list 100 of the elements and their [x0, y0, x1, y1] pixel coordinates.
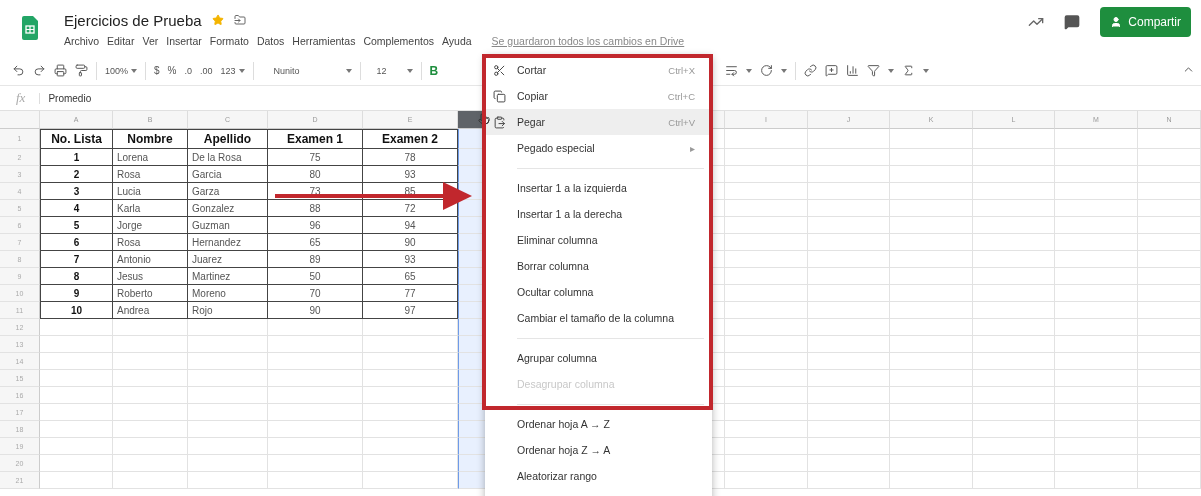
table-cell: 8 — [40, 268, 113, 285]
table-cell: Jesus — [113, 268, 188, 285]
copy-icon — [493, 89, 506, 103]
caret-icon — [345, 68, 352, 73]
table-cell: 70 — [268, 285, 363, 302]
table-cell: 75 — [268, 149, 363, 166]
caret-icon — [781, 68, 787, 73]
clipboard-icon — [493, 115, 506, 129]
menu-option[interactable]: Insertar 1 a la izquierda — [485, 175, 712, 201]
menu-option[interactable]: Pegado especial ▸ — [485, 135, 712, 161]
column-title-cell: No. Lista — [40, 129, 113, 149]
caret-icon — [406, 68, 413, 73]
table-cell: Lorena — [113, 149, 188, 166]
person-icon — [1110, 16, 1123, 28]
table-cell: 50 — [268, 268, 363, 285]
menu-option[interactable]: Ordenar hoja Z → A — [485, 437, 712, 463]
table-cell: 96 — [268, 217, 363, 234]
table-cell: 5 — [40, 217, 113, 234]
table-cell: Garcia — [188, 166, 268, 183]
table-cell: 4 — [40, 200, 113, 217]
table-cell: 2 — [40, 166, 113, 183]
table-cell: Roberto — [113, 285, 188, 302]
redo-icon[interactable] — [33, 64, 46, 77]
caret-icon — [888, 68, 894, 73]
share-button[interactable]: Compartir — [1100, 7, 1191, 37]
menu-item[interactable]: Complementos — [363, 34, 434, 47]
caret-icon — [238, 68, 245, 73]
currency-button[interactable]: $ — [154, 65, 160, 76]
table-cell: 9 — [40, 285, 113, 302]
table-cell: 3 — [40, 183, 113, 200]
table-cell: Moreno — [188, 285, 268, 302]
paint-format-icon[interactable] — [75, 64, 88, 77]
column-title-cell: Apellido — [188, 129, 268, 149]
table-cell: De la Rosa — [188, 149, 268, 166]
bold-button[interactable]: B — [429, 63, 439, 78]
number-format-dropdown[interactable]: 123 — [220, 65, 245, 76]
menu-item[interactable]: Ver — [142, 34, 159, 47]
menu-item[interactable]: Archivo — [64, 34, 99, 47]
menu-item[interactable]: Ayuda — [442, 34, 472, 47]
table-cell: Karla — [113, 200, 188, 217]
menu-option[interactable]: Ordenar hoja A → Z — [485, 411, 712, 437]
folder-icon[interactable] — [233, 14, 246, 26]
star-icon[interactable] — [211, 14, 224, 26]
rotate-icon[interactable] — [760, 64, 773, 77]
menu-option[interactable]: Agrupar columna — [485, 345, 712, 371]
comment-icon[interactable] — [1064, 14, 1081, 30]
formula-field[interactable]: Promedio — [39, 92, 92, 104]
increase-decimals-button[interactable]: .00 — [200, 65, 213, 76]
spreadsheet-logo[interactable] — [22, 16, 38, 40]
menu-option[interactable]: Ocultar columna — [485, 279, 712, 305]
table-cell: Rosa — [113, 166, 188, 183]
menu-item[interactable]: Editar — [107, 34, 135, 47]
menu-option[interactable]: Eliminar columna — [485, 227, 712, 253]
menu-item[interactable]: Formato — [209, 34, 249, 47]
table-cell: Hernandez — [188, 234, 268, 251]
table-cell: 6 — [40, 234, 113, 251]
caret-icon — [746, 68, 752, 73]
formula-label: fx — [16, 90, 26, 106]
table-cell: Garza — [188, 183, 268, 200]
percent-button[interactable]: % — [167, 65, 177, 76]
table-cell: Antonio — [113, 251, 188, 268]
table-cell: 89 — [268, 251, 363, 268]
zoom-dropdown[interactable]: 100% — [105, 65, 138, 76]
table-cell: Guzman — [188, 217, 268, 234]
sigma-icon[interactable] — [902, 64, 915, 77]
add-comment-icon[interactable] — [825, 64, 838, 77]
print-icon[interactable] — [54, 64, 67, 77]
table-cell: 80 — [268, 166, 363, 183]
table-cell: 1 — [40, 149, 113, 166]
table-cell: Rosa — [113, 234, 188, 251]
menu-option[interactable]: Aleatorizar rango — [485, 463, 712, 489]
undo-icon[interactable] — [12, 64, 25, 77]
menu-option[interactable]: Cambiar el tamaño de la columna — [485, 305, 712, 331]
table-cell: Martinez — [188, 268, 268, 285]
table-cell: 65 — [268, 234, 363, 251]
link-icon[interactable] — [804, 64, 817, 77]
wrap-icon[interactable] — [725, 64, 738, 77]
table-cell: 7 — [40, 251, 113, 268]
caret-icon — [131, 68, 138, 73]
table-cell: Jorge — [113, 217, 188, 234]
table-cell: 88 — [268, 200, 363, 217]
menu-item[interactable]: Herramientas — [292, 34, 356, 47]
menu-option[interactable]: Insertar 1 a la derecha — [485, 201, 712, 227]
menu-option[interactable]: Pegar Ctrl+V — [485, 109, 712, 135]
corner-cell[interactable] — [0, 111, 40, 129]
menu-item[interactable]: Insertar — [166, 34, 202, 47]
font-size-dropdown[interactable]: 12 — [368, 65, 413, 76]
chart-icon[interactable] — [846, 64, 859, 77]
menu-option[interactable]: Borrar columna — [485, 253, 712, 279]
save-status-link[interactable]: Se guardaron todos los cambios en Drive — [491, 34, 685, 47]
decrease-decimals-button[interactable]: .0 — [184, 65, 192, 76]
document-title[interactable]: Ejercicios de Prueba — [64, 11, 202, 29]
menu-item[interactable]: Datos — [256, 34, 285, 47]
font-dropdown[interactable]: Nunito — [261, 65, 352, 76]
column-title-cell: Nombre — [113, 129, 188, 149]
menu-option[interactable]: Cortar Ctrl+X — [485, 57, 712, 83]
column-title-cell: Examen 2 — [363, 129, 458, 149]
menu-option[interactable]: Copiar Ctrl+C — [485, 83, 712, 109]
filter-icon[interactable] — [867, 64, 880, 77]
table-cell: Juarez — [188, 251, 268, 268]
